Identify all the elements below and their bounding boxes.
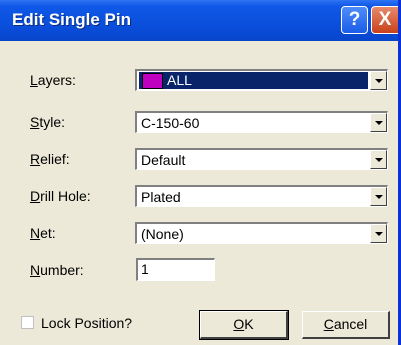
layer-color-swatch [142, 73, 163, 89]
layers-dropdown[interactable]: ALL [135, 69, 388, 91]
net-dropdown[interactable]: (None) [135, 222, 388, 244]
style-value: C-150-60 [141, 115, 200, 131]
layers-value: ALL [167, 72, 192, 88]
help-button[interactable]: ? [341, 6, 368, 34]
relief-dropdown-arrow-icon[interactable] [370, 150, 387, 169]
window-title: Edit Single Pin [12, 10, 132, 29]
style-label: Style: [30, 114, 66, 130]
net-dropdown-arrow-icon[interactable] [370, 224, 387, 243]
drill-hole-dropdown-arrow-icon[interactable] [370, 187, 387, 206]
layers-dropdown-arrow-icon[interactable] [370, 71, 387, 90]
drill-hole-dropdown[interactable]: Plated [135, 185, 388, 207]
lock-position-checkbox[interactable] [21, 316, 34, 329]
layers-selected-item: ALL [139, 72, 368, 89]
net-label: Net: [30, 225, 56, 241]
number-input[interactable]: 1 [136, 258, 215, 281]
relief-label: Relief: [30, 151, 70, 167]
net-value: (None) [141, 226, 184, 242]
close-button[interactable]: X [371, 6, 398, 34]
edit-single-pin-dialog: Edit Single Pin ? X Layers: ALL Style: C… [0, 0, 401, 345]
lock-position-label[interactable]: Lock Position? [41, 315, 132, 331]
title-bar[interactable]: Edit Single Pin ? X [0, 0, 398, 41]
layers-label: Layers: [30, 72, 76, 88]
ok-button[interactable]: OK [199, 310, 289, 340]
drill-hole-label: Drill Hole: [30, 188, 91, 204]
relief-value: Default [141, 152, 186, 168]
number-label: Number: [30, 262, 84, 278]
style-dropdown[interactable]: C-150-60 [135, 111, 388, 133]
drill-hole-value: Plated [141, 189, 181, 205]
cancel-button[interactable]: Cancel [302, 311, 390, 339]
style-dropdown-arrow-icon[interactable] [370, 113, 387, 132]
relief-dropdown[interactable]: Default [135, 148, 388, 170]
